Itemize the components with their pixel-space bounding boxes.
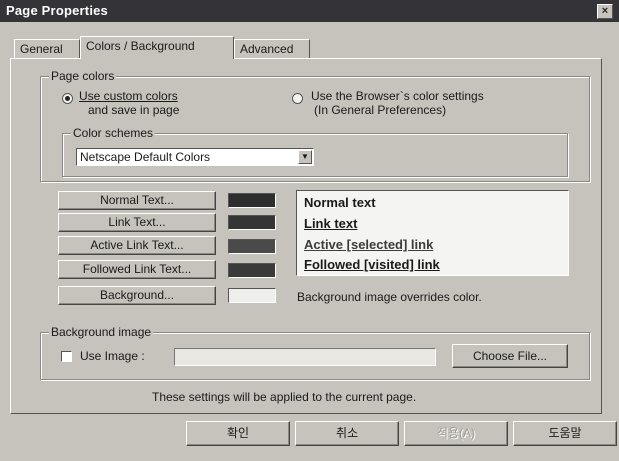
- active-link-text-button[interactable]: Active Link Text...: [58, 236, 216, 255]
- background-override-note: Background image overrides color.: [297, 290, 482, 304]
- ok-button[interactable]: 확인: [186, 421, 290, 446]
- color-preview-box: Normal text Link text Active [selected] …: [296, 190, 569, 276]
- followed-link-swatch[interactable]: [228, 263, 276, 278]
- tab-colors-background[interactable]: Colors / Background: [80, 36, 234, 59]
- choose-file-button[interactable]: Choose File...: [452, 344, 568, 368]
- browser-colors-label-line1[interactable]: Use the Browser`s color settings: [311, 90, 484, 103]
- normal-text-button[interactable]: Normal Text...: [58, 191, 216, 210]
- apply-button[interactable]: 적용(A): [404, 421, 508, 446]
- browser-colors-radio[interactable]: [292, 93, 303, 104]
- chevron-down-icon[interactable]: ▼: [298, 150, 312, 164]
- background-swatch[interactable]: [228, 288, 276, 303]
- color-schemes-legend: Color schemes: [71, 126, 156, 140]
- color-scheme-select[interactable]: Netscape Default Colors ▼: [76, 148, 314, 166]
- footer-note: These settings will be applied to the cu…: [152, 390, 417, 404]
- normal-text-swatch[interactable]: [228, 193, 276, 208]
- use-image-checkbox[interactable]: [61, 351, 72, 362]
- preview-normal-text: Normal text: [304, 195, 376, 210]
- background-button[interactable]: Background...: [58, 286, 216, 305]
- active-link-swatch[interactable]: [228, 239, 276, 254]
- followed-link-text-button[interactable]: Followed Link Text...: [58, 260, 216, 279]
- close-button[interactable]: ×: [597, 4, 613, 19]
- custom-colors-label-line1[interactable]: Use custom colors: [79, 90, 178, 103]
- page-colors-legend: Page colors: [49, 69, 117, 83]
- custom-colors-label-line2: and save in page: [88, 103, 180, 117]
- window-title: Page Properties: [6, 3, 108, 18]
- cancel-button[interactable]: 취소: [295, 421, 399, 446]
- preview-link-text: Link text: [304, 216, 358, 231]
- background-image-legend: Background image: [49, 325, 154, 339]
- custom-colors-radio[interactable]: [62, 93, 73, 104]
- link-text-button[interactable]: Link Text...: [58, 213, 216, 232]
- link-text-swatch[interactable]: [228, 215, 276, 230]
- preview-active-link: Active [selected] link: [304, 237, 434, 252]
- title-bar: Page Properties ×: [0, 0, 619, 22]
- tab-general[interactable]: General: [14, 39, 80, 58]
- close-icon: ×: [601, 5, 609, 17]
- preview-followed-link: Followed [visited] link: [304, 257, 440, 272]
- help-button[interactable]: 도움말: [513, 421, 617, 446]
- use-image-label[interactable]: Use Image :: [80, 350, 145, 363]
- tab-advanced[interactable]: Advanced: [234, 39, 310, 58]
- browser-colors-label-line2: (In General Preferences): [314, 103, 447, 117]
- image-path-input[interactable]: [174, 348, 436, 366]
- color-scheme-value: Netscape Default Colors: [80, 150, 211, 164]
